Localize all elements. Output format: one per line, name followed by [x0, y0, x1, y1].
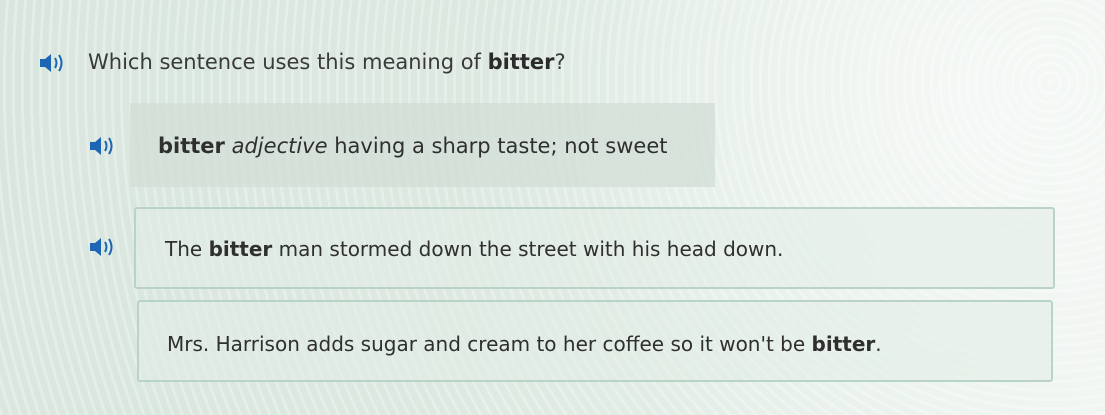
question-suffix: ?: [554, 50, 566, 74]
answer-1-speaker-icon[interactable]: [88, 236, 116, 258]
question-speaker-icon[interactable]: [38, 52, 66, 74]
answer-2-word: bitter: [811, 332, 876, 356]
definition-speaker-icon[interactable]: [88, 135, 116, 157]
answer-2-after: .: [875, 332, 882, 356]
answer-1-before: The: [165, 237, 209, 261]
definition-meaning: having a sharp taste; not sweet: [334, 134, 668, 158]
answer-option-1-text: The bitter man stormed down the street w…: [165, 237, 783, 261]
answer-1-word: bitter: [208, 237, 273, 261]
question-prefix: Which sentence uses this meaning of: [88, 50, 488, 74]
answer-option-2-text: Mrs. Harrison adds sugar and cream to he…: [167, 332, 882, 356]
answer-2-before: Mrs. Harrison adds sugar and cream to he…: [167, 332, 812, 356]
question-word: bitter: [487, 50, 555, 74]
question-text: Which sentence uses this meaning of bitt…: [88, 50, 566, 74]
answer-1-after: man stormed down the street with his hea…: [272, 237, 784, 261]
definition-word: bitter: [158, 134, 225, 158]
definition-text: bitter adjective having a sharp taste; n…: [158, 134, 667, 158]
definition-part-of-speech: adjective: [231, 134, 328, 158]
